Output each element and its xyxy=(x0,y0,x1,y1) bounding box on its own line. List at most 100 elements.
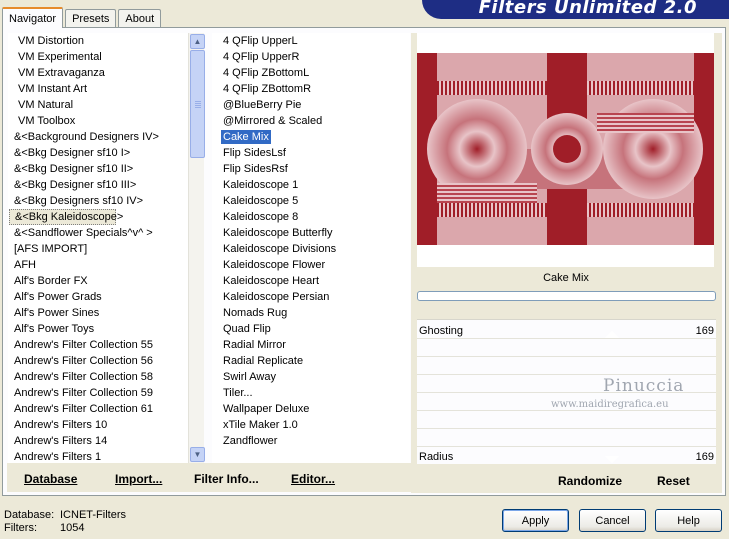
scroll-up-button[interactable]: ▲ xyxy=(190,34,205,49)
filter-item[interactable]: Radial Replicate xyxy=(212,353,410,369)
tab-about[interactable]: About xyxy=(118,9,162,27)
cancel-button[interactable]: Cancel xyxy=(579,509,646,532)
category-item[interactable]: Alf's Power Grads xyxy=(8,289,188,305)
editor-button-label: Editor... xyxy=(291,472,336,486)
category-item[interactable]: Andrew's Filter Collection 61 xyxy=(8,401,188,417)
filter-item[interactable]: Kaleidoscope Butterfly xyxy=(212,225,410,241)
category-item[interactable]: VM Extravaganza xyxy=(8,65,188,81)
database-button[interactable]: Database xyxy=(24,472,77,486)
slider-track xyxy=(417,338,716,339)
help-button[interactable]: Help xyxy=(655,509,722,532)
filter-item[interactable]: Radial Mirror xyxy=(212,337,410,353)
tab-navigator[interactable]: Navigator xyxy=(2,7,64,28)
category-item[interactable]: Andrew's Filter Collection 56 xyxy=(8,353,188,369)
tab-presets[interactable]: Presets xyxy=(65,9,117,27)
parameter-area: Ghosting 169 Pinuccia www.maidiregrafica… xyxy=(417,319,716,464)
category-item[interactable]: &<Bkg Designer sf10 II> xyxy=(8,161,188,177)
category-item[interactable]: VM Natural xyxy=(8,97,188,113)
category-item[interactable]: VM Instant Art xyxy=(8,81,188,97)
filter-info-button[interactable]: Filter Info... xyxy=(194,472,259,486)
status-filters-value: 1054 xyxy=(60,522,85,534)
category-item[interactable]: VM Experimental xyxy=(8,49,188,65)
slider-track xyxy=(417,356,716,357)
filter-item[interactable]: Zandflower xyxy=(212,433,410,449)
filter-item[interactable]: Kaleidoscope Persian xyxy=(212,289,410,305)
ghosting-slider-thumb[interactable] xyxy=(605,331,619,338)
ghosting-value: 169 xyxy=(695,325,714,337)
category-item[interactable]: Andrew's Filter Collection 58 xyxy=(8,369,188,385)
filter-name-label: Cake Mix xyxy=(543,272,589,284)
filter-item[interactable]: Kaleidoscope Flower xyxy=(212,257,410,273)
category-item[interactable]: VM Toolbox xyxy=(8,113,188,129)
status-database-value: ICNET-Filters xyxy=(60,509,126,521)
filter-item[interactable]: Nomads Rug xyxy=(212,305,410,321)
category-list[interactable]: VM Distortion VM Experimental VM Extravaga… xyxy=(8,33,188,463)
filter-item[interactable]: Kaleidoscope 8 xyxy=(212,209,410,225)
status-database-key: Database: xyxy=(4,509,55,521)
category-item[interactable]: &<Background Designers IV> xyxy=(8,129,188,145)
filter-item[interactable]: Swirl Away xyxy=(212,369,410,385)
database-button-label: Database xyxy=(24,472,78,486)
category-item[interactable]: Andrew's Filters 1 xyxy=(8,449,188,463)
category-item[interactable]: &<Bkg Kaleidoscope> xyxy=(9,209,123,225)
editor-button[interactable]: Editor... xyxy=(291,472,335,486)
filter-item[interactable]: xTile Maker 1.0 xyxy=(212,417,410,433)
category-item[interactable]: Andrew's Filter Collection 59 xyxy=(8,385,188,401)
category-item[interactable]: AFH xyxy=(8,257,188,273)
filter-item-label: Quad Flip xyxy=(223,323,271,335)
filter-item[interactable]: Cake Mix xyxy=(212,129,410,145)
filter-item[interactable]: Flip SidesRsf xyxy=(212,161,410,177)
filter-item[interactable]: 4 QFlip ZBottomL xyxy=(212,65,410,81)
grip-icon xyxy=(195,101,201,102)
radius-slider-thumb[interactable] xyxy=(605,456,619,463)
filter-info-button-label: Filter Info... xyxy=(194,472,259,486)
filter-item[interactable]: Wallpaper Deluxe xyxy=(212,401,410,417)
filter-item-label: Wallpaper Deluxe xyxy=(223,403,310,415)
filter-item[interactable]: @Mirrored & Scaled xyxy=(212,113,410,129)
radius-label: Radius xyxy=(419,451,454,463)
category-item[interactable]: VM Distortion xyxy=(8,33,188,49)
category-item[interactable]: Alf's Power Sines xyxy=(8,305,188,321)
filter-list[interactable]: 4 QFlip UpperL 4 QFlip UpperR 4 QFlip ZBot… xyxy=(212,33,410,463)
category-item[interactable]: &<Bkg Designer sf10 III> xyxy=(8,177,188,193)
apply-button[interactable]: Apply xyxy=(502,509,569,532)
category-item[interactable]: Alf's Border FX xyxy=(8,273,188,289)
category-item[interactable]: &<Bkg Designer sf10 I> xyxy=(8,145,188,161)
category-item[interactable]: Alf's Power Toys xyxy=(8,321,188,337)
filter-item[interactable]: 4 QFlip UpperR xyxy=(212,49,410,65)
category-item[interactable]: &<Sandflower Specials^v^ > xyxy=(8,225,188,241)
filter-item-label: xTile Maker 1.0 xyxy=(223,419,298,431)
category-item[interactable]: Andrew's Filter Collection 55 xyxy=(8,337,188,353)
randomize-button[interactable]: Randomize xyxy=(558,474,622,488)
category-item[interactable]: Andrew's Filters 10 xyxy=(8,417,188,433)
filter-item[interactable]: Quad Flip xyxy=(212,321,410,337)
filter-item[interactable]: Tiler... xyxy=(212,385,410,401)
radius-param[interactable]: Radius 169 xyxy=(417,448,716,464)
ghosting-param[interactable]: Ghosting 169 xyxy=(417,322,716,338)
filter-item[interactable]: 4 QFlip UpperL xyxy=(212,33,410,49)
filter-item[interactable]: Kaleidoscope Divisions xyxy=(212,241,410,257)
filter-item-label: Radial Replicate xyxy=(223,355,304,367)
filter-item-label: 4 QFlip UpperR xyxy=(223,51,300,63)
category-item[interactable]: Andrew's Filters 14 xyxy=(8,433,188,449)
filter-item-label: Flip SidesLsf xyxy=(223,147,286,159)
slider-track xyxy=(417,446,716,447)
filter-item-label: Radial Mirror xyxy=(223,339,286,351)
left-toolbar: Database Import... Filter Info... Editor… xyxy=(7,463,411,492)
filter-item[interactable]: 4 QFlip ZBottomR xyxy=(212,81,410,97)
scroll-thumb[interactable] xyxy=(190,50,205,158)
filter-item[interactable]: Kaleidoscope 5 xyxy=(212,193,410,209)
filter-item[interactable]: Flip SidesLsf xyxy=(212,145,410,161)
filter-item[interactable]: Kaleidoscope Heart xyxy=(212,273,410,289)
scroll-down-button[interactable]: ▼ xyxy=(190,447,205,462)
category-item[interactable]: [AFS IMPORT] xyxy=(8,241,188,257)
filter-item[interactable]: @BlueBerry Pie xyxy=(212,97,410,113)
category-scrollbar[interactable]: ▲ ▼ xyxy=(188,33,205,463)
import-button[interactable]: Import... xyxy=(115,472,162,486)
status-filters-key: Filters: xyxy=(4,522,37,534)
filter-item[interactable]: Kaleidoscope 1 xyxy=(212,177,410,193)
chevron-up-icon: ▲ xyxy=(193,37,202,46)
brand-banner: Filters Unlimited 2.0 xyxy=(422,0,729,19)
category-item[interactable]: &<Bkg Designers sf10 IV> xyxy=(8,193,188,209)
reset-button[interactable]: Reset xyxy=(657,474,690,488)
